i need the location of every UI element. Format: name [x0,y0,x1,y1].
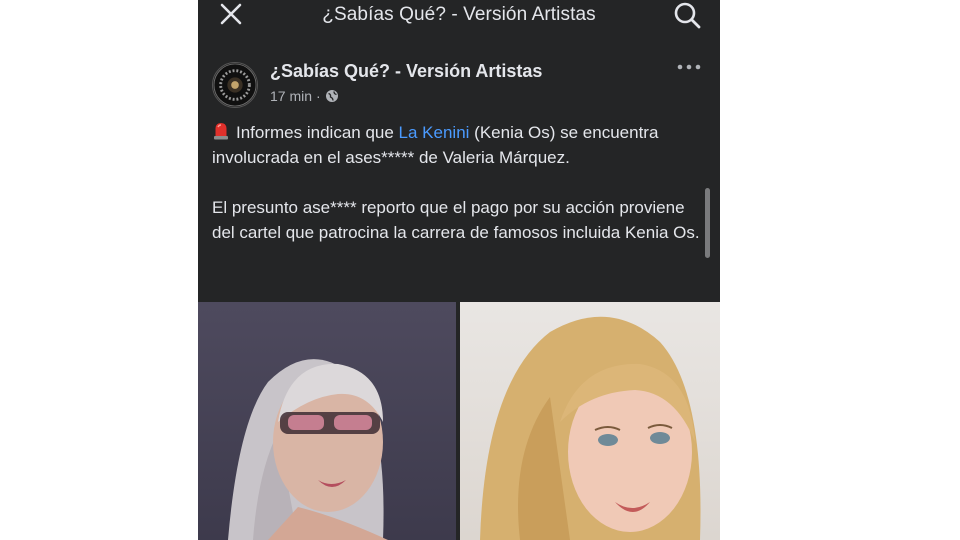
globe-icon [325,90,338,102]
post-time[interactable]: 17 min [270,88,312,104]
post-text-intro: Informes indican que [236,123,399,142]
photo-right-art [480,316,701,540]
scrollbar[interactable] [705,188,710,258]
search-icon[interactable] [672,0,702,30]
mention-link[interactable]: La Kenini [399,123,470,142]
post-body: Informes indican que La Kenini (Kenia Os… [212,120,702,245]
page-title: ¿Sabías Qué? - Versión Artistas [322,4,596,25]
close-icon[interactable] [218,1,244,27]
facebook-post-screen: ¿Sabías Qué? - Versión Artistas ¿Sabías … [198,0,720,540]
siren-emoji [214,123,228,140]
post-photo-right[interactable] [460,302,720,540]
more-options-icon[interactable] [676,60,702,74]
post-header: ¿Sabías Qué? - Versión Artistas 17 min · [212,60,712,110]
post-meta: 17 min · [270,88,339,104]
top-bar: ¿Sabías Qué? - Versión Artistas [198,0,720,30]
post-page-name[interactable]: ¿Sabías Qué? - Versión Artistas [270,61,542,82]
post-photo-left[interactable] [198,302,456,540]
page-avatar[interactable] [212,62,258,108]
photo-left-art [228,359,388,540]
meta-separator: · [316,88,321,104]
post-paragraph-1: Informes indican que La Kenini (Kenia Os… [212,120,702,170]
post-paragraph-2: El presunto ase**** reporto que el pago … [212,198,700,242]
